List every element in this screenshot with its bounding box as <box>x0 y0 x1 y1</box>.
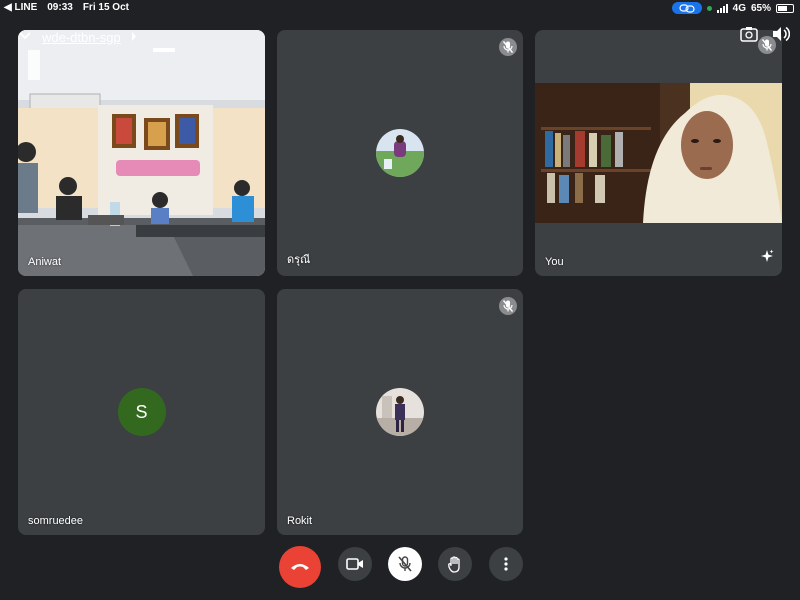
raise-hand-icon <box>448 555 460 573</box>
camera-button[interactable] <box>338 547 372 581</box>
microphone-button[interactable] <box>388 547 422 581</box>
mic-off-icon <box>499 38 517 56</box>
screen-mirroring-icon <box>671 2 702 14</box>
participant-tile-you[interactable]: You <box>535 30 782 276</box>
raise-hand-button[interactable] <box>438 547 472 581</box>
participant-tile-aniwat[interactable]: Aniwat <box>18 30 265 276</box>
meeting-header: wde-dtbn-sgp <box>18 28 137 46</box>
participant-video <box>18 30 265 276</box>
battery-icon <box>776 3 794 13</box>
participant-name: You <box>545 256 564 268</box>
participant-tile-darunee[interactable]: ดรุณี <box>277 30 523 276</box>
chevron-right-icon[interactable] <box>131 28 137 46</box>
network-type: 4G <box>732 2 746 14</box>
avatar-initial: S <box>117 388 166 436</box>
more-vert-icon <box>504 557 508 571</box>
speaker-icon[interactable] <box>772 26 791 47</box>
video-camera-icon <box>346 558 363 570</box>
date: Fri 15 Oct <box>82 2 129 13</box>
status-bar: ◀ LINE 09:33 Fri 15 Oct 4G 65% <box>0 0 800 16</box>
avatar <box>376 388 424 436</box>
switch-camera-icon[interactable] <box>740 26 758 47</box>
participant-tile-somruedee[interactable]: S somruedee <box>18 289 265 535</box>
camera-in-use-dot <box>706 5 712 11</box>
mic-off-icon <box>499 297 517 315</box>
participant-name: ดรุณี <box>287 254 311 266</box>
participant-name: Aniwat <box>28 256 62 268</box>
participant-name: somruedee <box>28 515 84 527</box>
phone-end-icon <box>291 564 309 570</box>
participant-tile-rokit[interactable]: Rokit <box>277 289 523 535</box>
participant-name: Rokit <box>287 515 313 527</box>
battery-percentage: 65% <box>750 2 771 14</box>
chevron-down-icon[interactable] <box>18 28 32 46</box>
self-video <box>535 83 782 223</box>
more-options-button[interactable] <box>489 547 523 581</box>
call-controls <box>0 546 800 589</box>
meeting-code[interactable]: wde-dtbn-sgp <box>42 30 121 45</box>
cellular-signal-icon <box>716 3 728 13</box>
back-to-app-link[interactable]: ◀ LINE <box>4 2 37 13</box>
avatar <box>376 129 424 177</box>
mic-off-icon <box>398 556 412 572</box>
clock: 09:33 <box>47 2 73 13</box>
sparkle-icon[interactable] <box>760 249 774 268</box>
end-call-button[interactable] <box>279 546 321 588</box>
top-right-controls <box>740 26 791 47</box>
